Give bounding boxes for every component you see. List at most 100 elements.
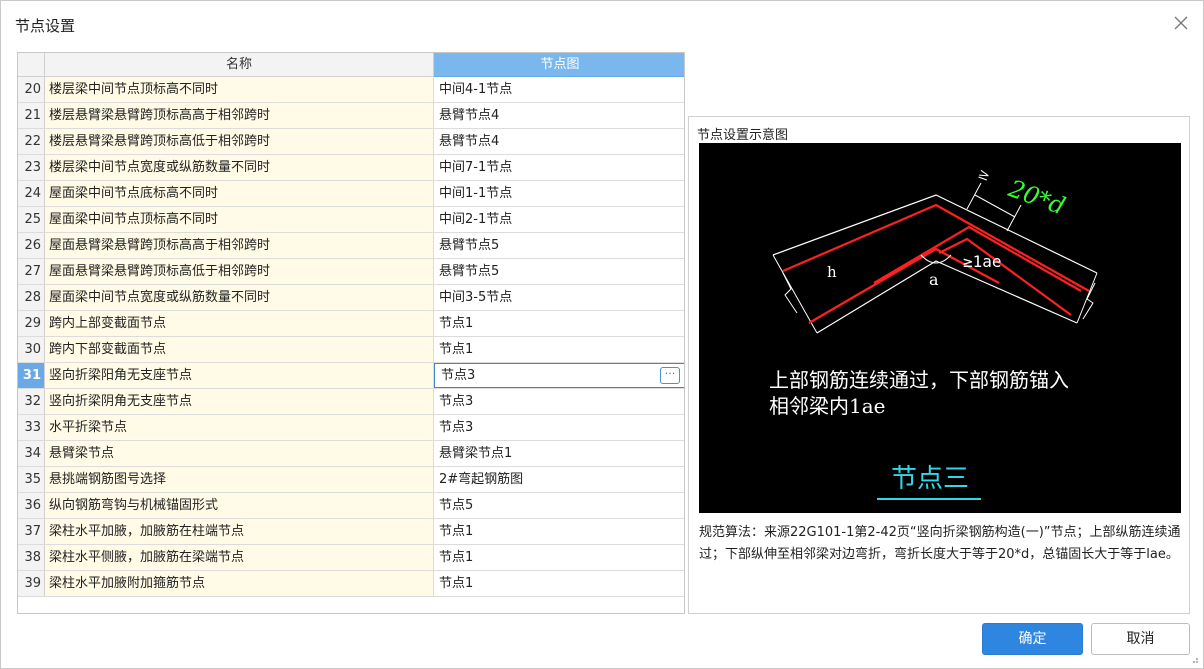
row-name-cell[interactable]: 屋面梁中间节点宽度或纵筋数量不同时 bbox=[45, 285, 434, 310]
node-preview-panel: 节点设置示意图 20*d ≥ ≥1ae h a 上部钢筋连续通过，下部钢筋锚入 … bbox=[688, 116, 1190, 614]
table-row[interactable]: 26 屋面悬臂梁悬臂跨顶标高高于相邻跨时 悬臂节点5 bbox=[18, 233, 684, 259]
table-row[interactable]: 36 纵向钢筋弯钩与机械锚固形式 节点5 bbox=[18, 493, 684, 519]
row-name-cell[interactable]: 屋面梁中间节点底标高不同时 bbox=[45, 181, 434, 206]
row-name-cell[interactable]: 屋面悬臂梁悬臂跨顶标高高于相邻跨时 bbox=[45, 233, 434, 258]
row-number[interactable]: 27 bbox=[18, 259, 45, 284]
more-options-button[interactable]: ··· bbox=[660, 367, 680, 384]
row-name-cell[interactable]: 跨内上部变截面节点 bbox=[45, 311, 434, 336]
row-name-cell[interactable]: 楼层悬臂梁悬臂跨顶标高高于相邻跨时 bbox=[45, 103, 434, 128]
row-name-cell[interactable]: 楼层梁中间节点宽度或纵筋数量不同时 bbox=[45, 155, 434, 180]
row-name-cell[interactable]: 悬挑端钢筋图号选择 bbox=[45, 467, 434, 492]
row-number[interactable]: 30 bbox=[18, 337, 45, 362]
row-name-cell[interactable]: 纵向钢筋弯钩与机械锚固形式 bbox=[45, 493, 434, 518]
row-number[interactable]: 34 bbox=[18, 441, 45, 466]
row-name-cell[interactable]: 屋面悬臂梁悬臂跨顶标高低于相邻跨时 bbox=[45, 259, 434, 284]
row-node-cell[interactable]: 中间4-1节点 bbox=[434, 77, 684, 102]
row-number[interactable]: 26 bbox=[18, 233, 45, 258]
row-name-cell[interactable]: 梁柱水平侧腋，加腋筋在梁端节点 bbox=[45, 545, 434, 570]
row-node-cell[interactable]: 节点3 bbox=[434, 389, 684, 414]
cancel-button[interactable]: 取消 bbox=[1091, 623, 1190, 655]
row-node-cell[interactable]: 中间1-1节点 bbox=[434, 181, 684, 206]
table-row[interactable]: 34 悬臂梁节点 悬臂梁节点1 bbox=[18, 441, 684, 467]
table-row[interactable]: 25 屋面梁中间节点顶标高不同时 中间2-1节点 bbox=[18, 207, 684, 233]
row-name-cell[interactable]: 屋面梁中间节点顶标高不同时 bbox=[45, 207, 434, 232]
row-number[interactable]: 24 bbox=[18, 181, 45, 206]
row-node-cell[interactable]: 悬臂节点5 bbox=[434, 259, 684, 284]
row-number[interactable]: 29 bbox=[18, 311, 45, 336]
table-row[interactable]: 20 楼层梁中间节点顶标高不同时 中间4-1节点 bbox=[18, 77, 684, 103]
lae-label: ≥1ae bbox=[963, 252, 1002, 271]
row-number[interactable]: 39 bbox=[18, 571, 45, 596]
row-node-cell[interactable]: 节点3 ··· bbox=[434, 363, 684, 388]
row-name-cell[interactable]: 楼层悬臂梁悬臂跨顶标高低于相邻跨时 bbox=[45, 129, 434, 154]
row-name-cell[interactable]: 梁柱水平加腋附加箍筋节点 bbox=[45, 571, 434, 596]
row-number[interactable]: 22 bbox=[18, 129, 45, 154]
row-node-cell[interactable]: 节点1 bbox=[434, 545, 684, 570]
table-corner bbox=[18, 53, 45, 77]
row-number[interactable]: 21 bbox=[18, 103, 45, 128]
dim-ext-a bbox=[966, 182, 982, 210]
table-row[interactable]: 27 屋面悬臂梁悬臂跨顶标高低于相邻跨时 悬臂节点5 bbox=[18, 259, 684, 285]
node-diagram-canvas: 20*d ≥ ≥1ae h a 上部钢筋连续通过，下部钢筋锚入 相邻梁内1ae … bbox=[699, 143, 1181, 513]
table-row[interactable]: 39 梁柱水平加腋附加箍筋节点 节点1 bbox=[18, 571, 684, 597]
row-number[interactable]: 32 bbox=[18, 389, 45, 414]
table-row[interactable]: 28 屋面梁中间节点宽度或纵筋数量不同时 中间3-5节点 bbox=[18, 285, 684, 311]
column-header-node-diagram[interactable]: 节点图 bbox=[434, 53, 684, 77]
row-number[interactable]: 35 bbox=[18, 467, 45, 492]
column-header-name[interactable]: 名称 bbox=[45, 53, 434, 77]
row-name-cell[interactable]: 梁柱水平加腋，加腋筋在柱端节点 bbox=[45, 519, 434, 544]
row-node-cell[interactable]: 悬臂节点4 bbox=[434, 103, 684, 128]
row-name-cell[interactable]: 楼层梁中间节点顶标高不同时 bbox=[45, 77, 434, 102]
node-settings-table: 名称 节点图 20 楼层梁中间节点顶标高不同时 中间4-1节点 21 楼层悬臂梁悬臂跨顶… bbox=[17, 52, 685, 614]
row-name-cell[interactable]: 水平折梁节点 bbox=[45, 415, 434, 440]
row-node-cell[interactable]: 节点1 bbox=[434, 571, 684, 596]
row-node-cell[interactable]: 节点1 bbox=[434, 337, 684, 362]
close-icon[interactable] bbox=[1173, 15, 1189, 31]
row-number[interactable]: 25 bbox=[18, 207, 45, 232]
dialog-title: 节点设置 bbox=[15, 17, 76, 35]
row-node-cell[interactable]: 节点3 bbox=[434, 415, 684, 440]
caption-line-2: 相邻梁内1ae bbox=[769, 394, 885, 418]
row-name-cell[interactable]: 悬臂梁节点 bbox=[45, 441, 434, 466]
table-row[interactable]: 30 跨内下部变截面节点 节点1 bbox=[18, 337, 684, 363]
row-node-cell[interactable]: 节点5 bbox=[434, 493, 684, 518]
resize-grip-icon[interactable] bbox=[1191, 656, 1199, 664]
row-number[interactable]: 36 bbox=[18, 493, 45, 518]
row-node-cell[interactable]: 悬臂梁节点1 bbox=[434, 441, 684, 466]
table-row[interactable]: 29 跨内上部变截面节点 节点1 bbox=[18, 311, 684, 337]
table-row[interactable]: 24 屋面梁中间节点底标高不同时 中间1-1节点 bbox=[18, 181, 684, 207]
row-number[interactable]: 28 bbox=[18, 285, 45, 310]
table-row[interactable]: 31 竖向折梁阳角无支座节点 节点3 ··· bbox=[18, 363, 684, 389]
row-node-cell[interactable]: 中间7-1节点 bbox=[434, 155, 684, 180]
row-node-cell[interactable]: 悬臂节点5 bbox=[434, 233, 684, 258]
row-node-cell[interactable]: 中间3-5节点 bbox=[434, 285, 684, 310]
row-number[interactable]: 38 bbox=[18, 545, 45, 570]
row-number[interactable]: 31 bbox=[18, 363, 45, 388]
row-node-cell[interactable]: 节点1 bbox=[434, 311, 684, 336]
row-node-cell[interactable]: 悬臂节点4 bbox=[434, 129, 684, 154]
table-row[interactable]: 35 悬挑端钢筋图号选择 2#弯起钢筋图 bbox=[18, 467, 684, 493]
table-body: 20 楼层梁中间节点顶标高不同时 中间4-1节点 21 楼层悬臂梁悬臂跨顶标高高于相邻跨… bbox=[18, 77, 684, 597]
preview-title: 节点设置示意图 bbox=[697, 128, 789, 143]
row-name-cell[interactable]: 竖向折梁阴角无支座节点 bbox=[45, 389, 434, 414]
row-name-cell[interactable]: 竖向折梁阳角无支座节点 bbox=[45, 363, 434, 388]
table-row[interactable]: 37 梁柱水平加腋，加腋筋在柱端节点 节点1 bbox=[18, 519, 684, 545]
row-number[interactable]: 33 bbox=[18, 415, 45, 440]
row-node-cell[interactable]: 中间2-1节点 bbox=[434, 207, 684, 232]
table-row[interactable]: 22 楼层悬臂梁悬臂跨顶标高低于相邻跨时 悬臂节点4 bbox=[18, 129, 684, 155]
node-settings-dialog: 节点设置 名称 节点图 20 楼层梁中间节点顶标高不同时 中间4-1节点 21 楼层悬臂… bbox=[0, 0, 1204, 669]
ok-button[interactable]: 确定 bbox=[982, 623, 1083, 655]
table-row[interactable]: 33 水平折梁节点 节点3 bbox=[18, 415, 684, 441]
dim-label-20d: 20*d bbox=[1004, 174, 1069, 220]
row-number[interactable]: 37 bbox=[18, 519, 45, 544]
table-row[interactable]: 32 竖向折梁阴角无支座节点 节点3 bbox=[18, 389, 684, 415]
table-row[interactable]: 38 梁柱水平侧腋，加腋筋在梁端节点 节点1 bbox=[18, 545, 684, 571]
table-row[interactable]: 21 楼层悬臂梁悬臂跨顶标高高于相邻跨时 悬臂节点4 bbox=[18, 103, 684, 129]
row-number[interactable]: 23 bbox=[18, 155, 45, 180]
row-node-cell[interactable]: 2#弯起钢筋图 bbox=[434, 467, 684, 492]
row-node-cell[interactable]: 节点1 bbox=[434, 519, 684, 544]
table-row[interactable]: 23 楼层梁中间节点宽度或纵筋数量不同时 中间7-1节点 bbox=[18, 155, 684, 181]
row-number[interactable]: 20 bbox=[18, 77, 45, 102]
beam-outline-inner bbox=[816, 260, 1078, 334]
row-name-cell[interactable]: 跨内下部变截面节点 bbox=[45, 337, 434, 362]
